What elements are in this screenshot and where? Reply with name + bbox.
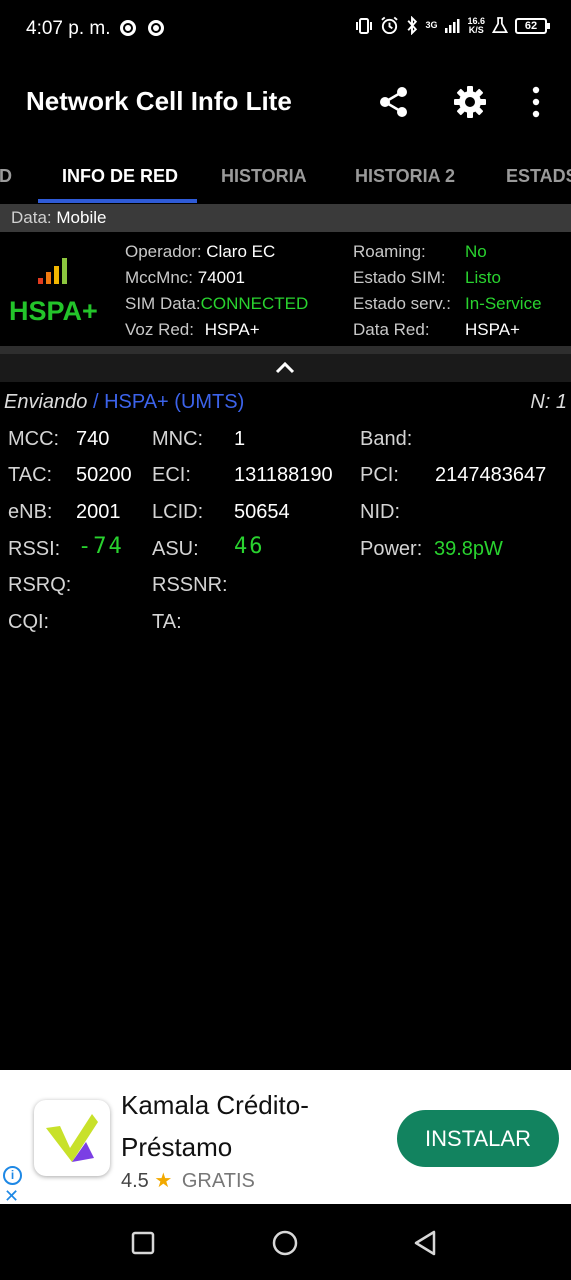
app-bar: Network Cell Info Lite <box>0 58 571 146</box>
battery-level: 62 <box>524 19 538 32</box>
ta-label: TA: <box>152 611 182 633</box>
ad-app-logo[interactable] <box>34 1100 110 1176</box>
tab-estads[interactable]: ESTADS <box>506 166 571 187</box>
service-state-row: Estado serv.: In-Service <box>353 294 542 313</box>
mnc-label: MNC: <box>152 428 204 450</box>
ad-price: GRATIS <box>181 1170 255 1192</box>
sim-state-row: Estado SIM: Listo <box>353 268 501 287</box>
checkmark-logo-icon <box>46 1114 98 1162</box>
vibrate-icon <box>356 17 373 34</box>
share-icon[interactable] <box>376 84 412 120</box>
operator-row: Operador: Claro EC <box>125 242 276 261</box>
rssi-value: -74 <box>78 534 124 559</box>
band-label: Band: <box>360 428 413 450</box>
tac-value: 50200 <box>76 464 132 486</box>
chevron-up-icon[interactable] <box>275 362 295 374</box>
nid-label: NID: <box>360 501 400 523</box>
eci-label: ECI: <box>152 464 191 486</box>
rsrq-label: RSRQ: <box>8 574 72 596</box>
sim-data-row: SIM Data:CONNECTED <box>125 294 309 313</box>
back-icon[interactable] <box>411 1228 441 1258</box>
tab-historia[interactable]: HISTORIA <box>221 166 307 187</box>
pci-value: 2147483647 <box>435 464 547 486</box>
ad-info-icon[interactable]: i <box>3 1166 22 1185</box>
voice-network-row: Voz Red: HSPA+ <box>125 320 260 339</box>
home-icon[interactable] <box>270 1228 300 1258</box>
rssi-label: RSSI: <box>8 538 61 560</box>
asu-value: 46 <box>234 534 265 559</box>
enb-label: eNB: <box>8 501 53 523</box>
recents-icon[interactable] <box>128 1228 158 1258</box>
cell-tech-link[interactable]: HSPA+ (UMTS) <box>104 391 244 413</box>
settings-icon[interactable] <box>452 84 488 120</box>
mcc-value: 740 <box>76 428 110 450</box>
power-label: Power: <box>360 538 423 560</box>
install-button[interactable]: INSTALAR <box>397 1110 559 1167</box>
cell-count: N: 1 <box>530 391 567 413</box>
cqi-label: CQI: <box>8 611 50 633</box>
signal-strength-icon <box>38 258 72 284</box>
chrome-icon <box>120 20 136 36</box>
power-value: 39.8pW <box>434 538 503 560</box>
battery-icon: 62 <box>515 17 550 34</box>
data-type-value: Mobile <box>56 208 107 227</box>
flask-icon <box>492 17 508 33</box>
cell-separator: / <box>87 391 105 413</box>
mcc-label: MCC: <box>8 428 60 450</box>
divider <box>0 346 571 354</box>
lcid-label: LCID: <box>152 501 204 523</box>
chrome-icon <box>148 20 164 36</box>
status-time: 4:07 p. m. <box>26 18 111 39</box>
signal-icon <box>445 18 460 33</box>
mccmnc-row: MccMnc: 74001 <box>125 268 246 287</box>
network-info-panel: HSPA+ Operador: Claro EC MccMnc: 74001 S… <box>0 232 571 346</box>
tab-historia-2[interactable]: HISTORIA 2 <box>355 166 455 187</box>
ad-banner[interactable]: Kamala Crédito-Préstamo 4.5 ★ GRATIS INS… <box>0 1070 571 1205</box>
enb-value: 2001 <box>76 501 121 523</box>
mnc-value: 1 <box>234 428 246 450</box>
tab-partial[interactable]: D <box>0 166 12 187</box>
more-vert-icon[interactable] <box>518 84 554 120</box>
bluetooth-icon <box>407 16 418 35</box>
network-tech: HSPA+ <box>9 296 98 326</box>
data-type-label: Data: <box>11 208 52 227</box>
data-network-row: Data Red: HSPA+ <box>353 320 520 339</box>
roaming-row: Roaming: No <box>353 242 487 261</box>
data-type-row: Data: Mobile <box>0 204 571 232</box>
ad-title[interactable]: Kamala Crédito-Préstamo <box>121 1084 381 1168</box>
network-speed: 3G <box>425 20 438 30</box>
cell-status: Enviando <box>4 391 88 413</box>
ad-close-icon[interactable]: ✕ <box>4 1187 19 1205</box>
lcid-value: 50654 <box>234 501 290 523</box>
cell-header: Enviando / HSPA+ (UMTS) <box>4 391 244 414</box>
ad-rating: 4.5 ★ GRATIS <box>121 1170 255 1192</box>
eci-value: 131188190 <box>234 464 333 486</box>
network-speed-readout: 16.6 K/S <box>467 15 485 35</box>
tab-info-de-red[interactable]: INFO DE RED <box>62 166 178 187</box>
asu-label: ASU: <box>152 538 199 560</box>
alarm-icon <box>381 16 399 35</box>
status-bar: 4:07 p. m. 3G 16.6 K/S 62 <box>0 0 571 58</box>
navigation-bar <box>0 1204 571 1280</box>
app-title: Network Cell Info Lite <box>26 86 292 116</box>
tac-label: TAC: <box>8 464 53 486</box>
collapse-toggle[interactable] <box>0 354 571 382</box>
star-icon: ★ <box>154 1170 173 1192</box>
rssnr-label: RSSNR: <box>152 574 228 596</box>
pci-label: PCI: <box>360 464 399 486</box>
tab-bar: D INFO DE RED HISTORIA HISTORIA 2 ESTADS <box>0 146 571 204</box>
active-tab-indicator <box>38 199 197 203</box>
